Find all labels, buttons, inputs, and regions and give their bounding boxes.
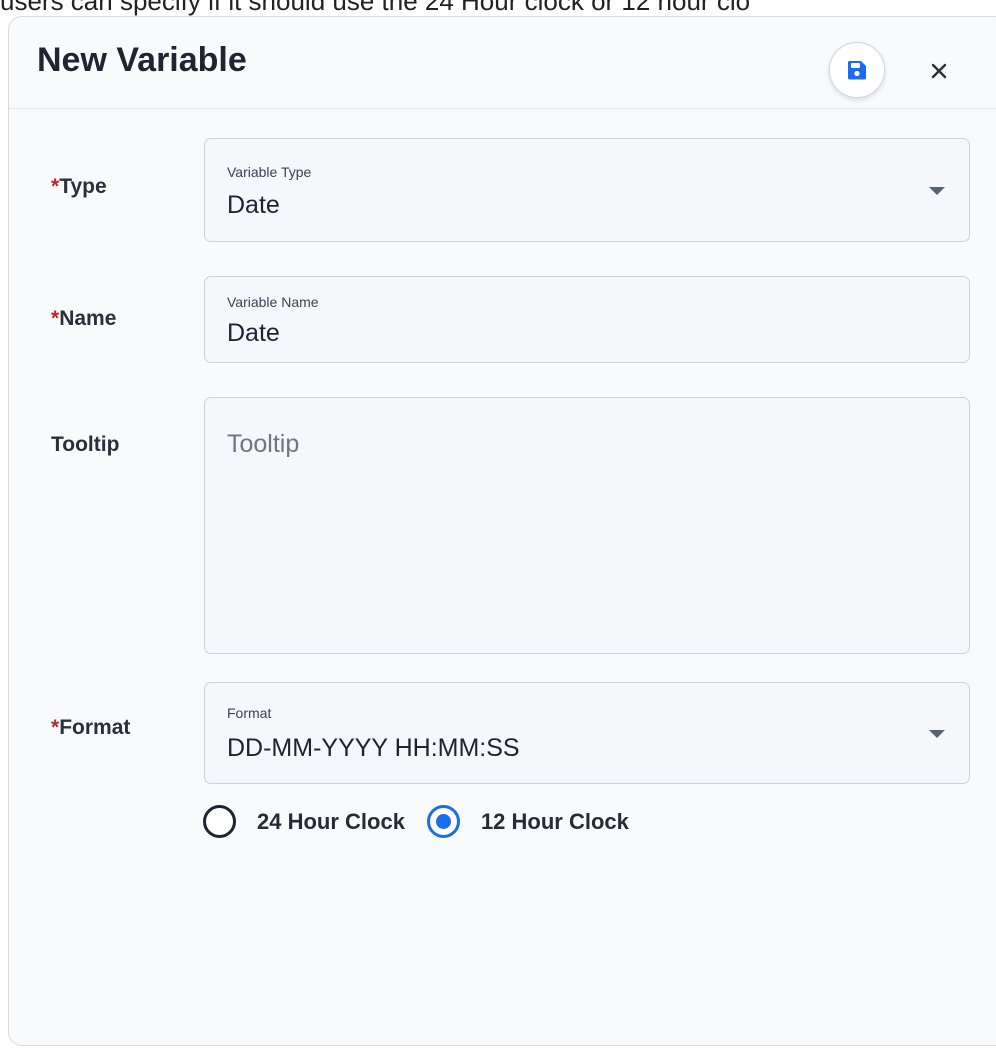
- required-mark: *: [51, 175, 60, 198]
- tooltip-textarea[interactable]: Tooltip: [204, 397, 970, 654]
- dialog-header: New Variable: [9, 17, 996, 109]
- variable-name-value: Date: [227, 319, 280, 347]
- name-label-text: Name: [59, 307, 117, 330]
- chevron-down-icon: [929, 187, 945, 195]
- radio-12-hour-label[interactable]: 12 Hour Clock: [481, 809, 629, 835]
- type-label: *Type: [51, 175, 107, 199]
- radio-24-hour-clock[interactable]: 24 Hour Clock: [203, 805, 405, 838]
- radio-checked-icon[interactable]: [426, 805, 460, 838]
- format-select[interactable]: Format DD-MM-YYYY HH:MM:SS: [204, 682, 970, 784]
- variable-name-floating-label: Variable Name: [227, 294, 319, 310]
- dialog-title: New Variable: [37, 41, 247, 79]
- variable-type-select[interactable]: Variable Type Date: [204, 138, 970, 242]
- variable-type-value: Date: [227, 191, 280, 219]
- name-label: *Name: [51, 307, 116, 331]
- new-variable-dialog: New Variable *Type Variable Type Date *N…: [8, 16, 996, 1046]
- clock-radio-group: 24 Hour Clock 12 Hour Clock: [203, 805, 651, 838]
- tooltip-label: Tooltip: [51, 433, 120, 456]
- chevron-down-icon: [929, 730, 945, 738]
- close-icon: [931, 63, 947, 79]
- radio-unchecked-icon[interactable]: [203, 805, 236, 838]
- required-mark: *: [51, 307, 60, 330]
- tooltip-placeholder: Tooltip: [227, 430, 300, 458]
- variable-name-input[interactable]: Variable Name Date: [204, 276, 970, 363]
- save-button[interactable]: [829, 42, 885, 98]
- format-floating-label: Format: [227, 705, 272, 721]
- required-mark: *: [51, 716, 60, 739]
- type-label-text: Type: [59, 175, 107, 198]
- format-label: *Format: [51, 716, 130, 740]
- radio-12-hour-clock[interactable]: 12 Hour Clock: [426, 805, 629, 838]
- close-button[interactable]: [923, 55, 955, 87]
- variable-type-floating-label: Variable Type: [227, 164, 312, 180]
- format-label-text: Format: [59, 716, 131, 739]
- radio-24-hour-label[interactable]: 24 Hour Clock: [257, 809, 405, 835]
- background-partial-text: users can specify if it should use the 2…: [0, 0, 751, 16]
- floppy-disk-icon: [847, 61, 866, 80]
- format-value: DD-MM-YYYY HH:MM:SS: [227, 734, 520, 762]
